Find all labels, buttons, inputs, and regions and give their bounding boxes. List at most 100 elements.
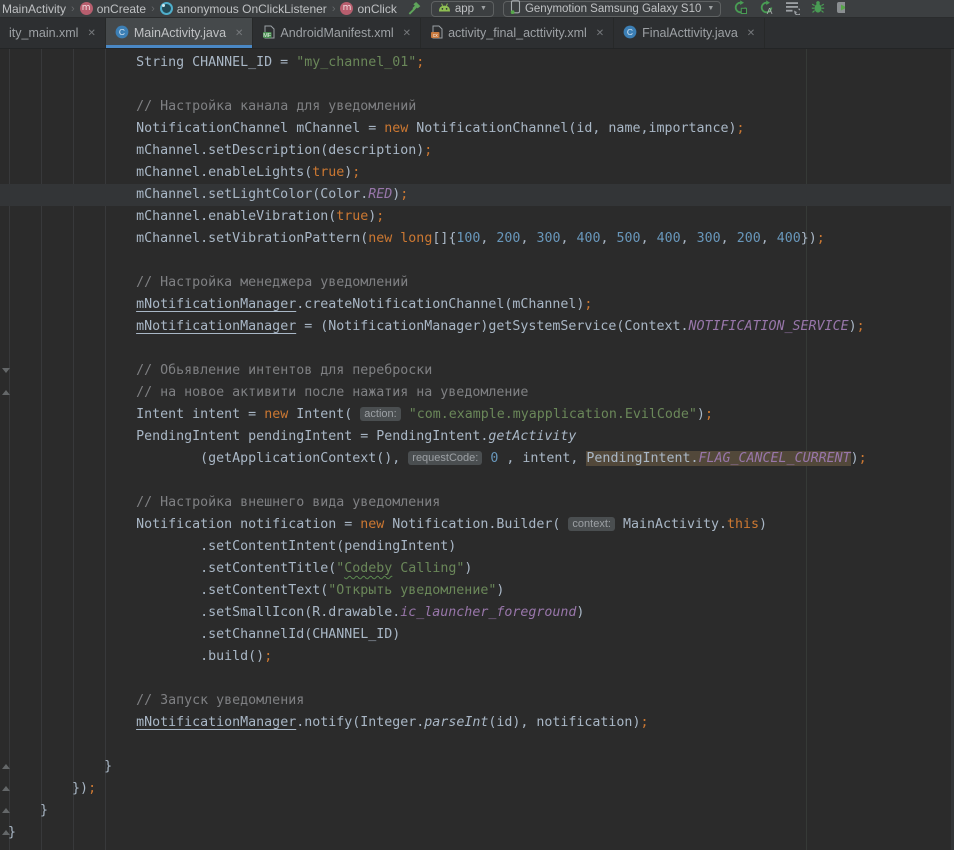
code-line: mChannel.setDescription(description);	[0, 140, 954, 162]
parameter-hint-chip: requestCode:	[408, 451, 482, 465]
code-line: Intent intent = new Intent( action: "com…	[0, 404, 954, 426]
breadcrumb-item-onclick[interactable]: monClick	[340, 2, 396, 16]
layout-xml-icon: cx	[430, 25, 443, 42]
code-text: = (NotificationManager)getSystemService(…	[296, 319, 688, 334]
code-text: )	[849, 319, 857, 334]
code-line	[0, 668, 954, 690]
code-line: mChannel.enableLights(true);	[0, 162, 954, 184]
tab-ity-main-xml[interactable]: ity_main.xml ✕	[0, 18, 106, 48]
code-line: // Настройка менеджера уведомлений	[0, 272, 954, 294]
close-icon[interactable]: ✕	[87, 28, 95, 39]
code-text: )	[496, 583, 504, 598]
tab-label: ity_main.xml	[9, 26, 78, 40]
code-line: NotificationChannel mChannel = new Notif…	[0, 118, 954, 140]
breadcrumb-label: anonymous OnClickListener	[177, 2, 327, 16]
code-line	[0, 470, 954, 492]
comment-token: // Настройка внешнего вида уведомления	[136, 495, 440, 510]
code-text: )	[851, 451, 859, 466]
android-icon	[438, 3, 451, 15]
code-text: Notification.Builder(	[384, 517, 568, 532]
field-token: mNotificationManager	[136, 715, 296, 730]
breadcrumb-label: MainActivity	[2, 2, 66, 16]
tab-finalacttivity-java[interactable]: C FinalActtivity.java ✕	[614, 18, 765, 48]
code-text: ,	[721, 231, 737, 246]
code-text	[8, 693, 136, 708]
java-class-icon: C	[115, 25, 129, 42]
code-line: .setChannelId(CHANNEL_ID)	[0, 624, 954, 646]
tab-label: activity_final_acttivity.xml	[448, 26, 587, 40]
fold-marker-icon[interactable]	[2, 764, 10, 769]
attach-debugger-icon[interactable]	[836, 0, 845, 18]
tab-activity-final-acttivity-xml[interactable]: cx activity_final_acttivity.xml ✕	[421, 18, 614, 48]
close-icon[interactable]: ✕	[235, 28, 243, 39]
build-hammer-icon[interactable]	[407, 1, 422, 16]
comment-token: // Запуск уведомления	[136, 693, 304, 708]
constant-token: ic_launcher_foreground	[400, 605, 576, 620]
number-token: 400	[577, 231, 601, 246]
code-line: // Настройка канала для уведомлений	[0, 96, 954, 118]
tab-mainactivity-java[interactable]: CMainActivity.java✕	[106, 18, 254, 48]
semicolon-token: ;	[817, 231, 825, 246]
tab-androidmanifest-xml[interactable]: MF AndroidManifest.xml ✕	[253, 18, 421, 48]
apply-changes-icon[interactable]	[733, 0, 748, 18]
debug-icon[interactable]	[811, 0, 825, 17]
code-text	[8, 363, 136, 378]
highlighted-token: PendingIntent.	[586, 451, 698, 466]
semicolon-token: ;	[376, 209, 384, 224]
close-icon[interactable]: ✕	[403, 28, 411, 39]
code-text: .setContentText(	[8, 583, 328, 598]
code-text: Notification notification =	[8, 517, 360, 532]
device-selector-label: Genymotion Samsung Galaxy S10	[525, 3, 701, 15]
code-text: mChannel.setVibrationPattern(	[8, 231, 368, 246]
code-text	[8, 275, 136, 290]
code-text: ,	[681, 231, 697, 246]
keyword-token: new	[264, 407, 288, 422]
fold-marker-icon[interactable]	[2, 368, 10, 373]
code-text: ,	[761, 231, 777, 246]
breadcrumb-item-oncreate[interactable]: monCreate	[80, 2, 146, 16]
method-icon: m	[340, 2, 353, 15]
manifest-icon: MF	[262, 25, 275, 42]
keyword-token: long	[400, 231, 432, 246]
field-token: mNotificationManager	[136, 319, 296, 334]
svg-text:C: C	[627, 27, 633, 37]
close-icon[interactable]: ✕	[747, 28, 755, 39]
code-text: PendingIntent pendingIntent = PendingInt…	[8, 429, 488, 444]
code-text	[8, 319, 136, 334]
fold-marker-icon[interactable]	[2, 830, 10, 835]
code-text: )	[576, 605, 584, 620]
keyword-token: true	[336, 209, 368, 224]
code-text: (getApplicationContext(),	[8, 451, 408, 466]
close-icon[interactable]: ✕	[596, 28, 604, 39]
code-text: .setContentIntent(pendingIntent)	[8, 539, 456, 554]
code-text: .createNotificationChannel(mChannel)	[296, 297, 584, 312]
code-text: ,	[480, 231, 496, 246]
code-text: []{	[432, 231, 456, 246]
code-editor[interactable]: String CHANNEL_ID = "my_channel_01"; // …	[0, 49, 954, 850]
code-text: )	[464, 561, 472, 576]
code-text: .setSmallIcon(R.drawable.	[8, 605, 400, 620]
breadcrumb-item-anonymous-onclicklistener[interactable]: anonymous OnClickListener	[160, 2, 327, 16]
constant-token: NOTIFICATION_SERVICE	[688, 319, 848, 334]
code-text: mChannel.enableVibration(	[8, 209, 336, 224]
module-selector[interactable]: app ▼	[431, 1, 494, 17]
tab-label: AndroidManifest.xml	[280, 26, 393, 40]
fold-marker-icon[interactable]	[2, 786, 10, 791]
fold-marker-icon[interactable]	[2, 390, 10, 395]
chevron-down-icon: ▼	[480, 5, 487, 12]
fold-marker-icon[interactable]	[2, 808, 10, 813]
code-text: })	[801, 231, 817, 246]
breadcrumb-item-mainactivity[interactable]: MainActivity	[2, 2, 66, 16]
code-text: .setChannelId(CHANNEL_ID)	[8, 627, 400, 642]
code-line: }	[0, 800, 954, 822]
number-token: 200	[496, 231, 520, 246]
apply-code-changes-icon[interactable]: A	[759, 0, 774, 18]
keyword-token: new	[368, 231, 392, 246]
code-text: ,	[601, 231, 617, 246]
build-output-icon[interactable]	[785, 0, 800, 18]
tab-label: FinalActtivity.java	[642, 26, 738, 40]
breadcrumb: MainActivity›monCreate›anonymous OnClick…	[0, 2, 397, 16]
code-text: }	[8, 759, 112, 774]
top-toolbar: MainActivity›monCreate›anonymous OnClick…	[0, 0, 954, 18]
device-selector[interactable]: Genymotion Samsung Galaxy S10 ▼	[503, 1, 721, 17]
